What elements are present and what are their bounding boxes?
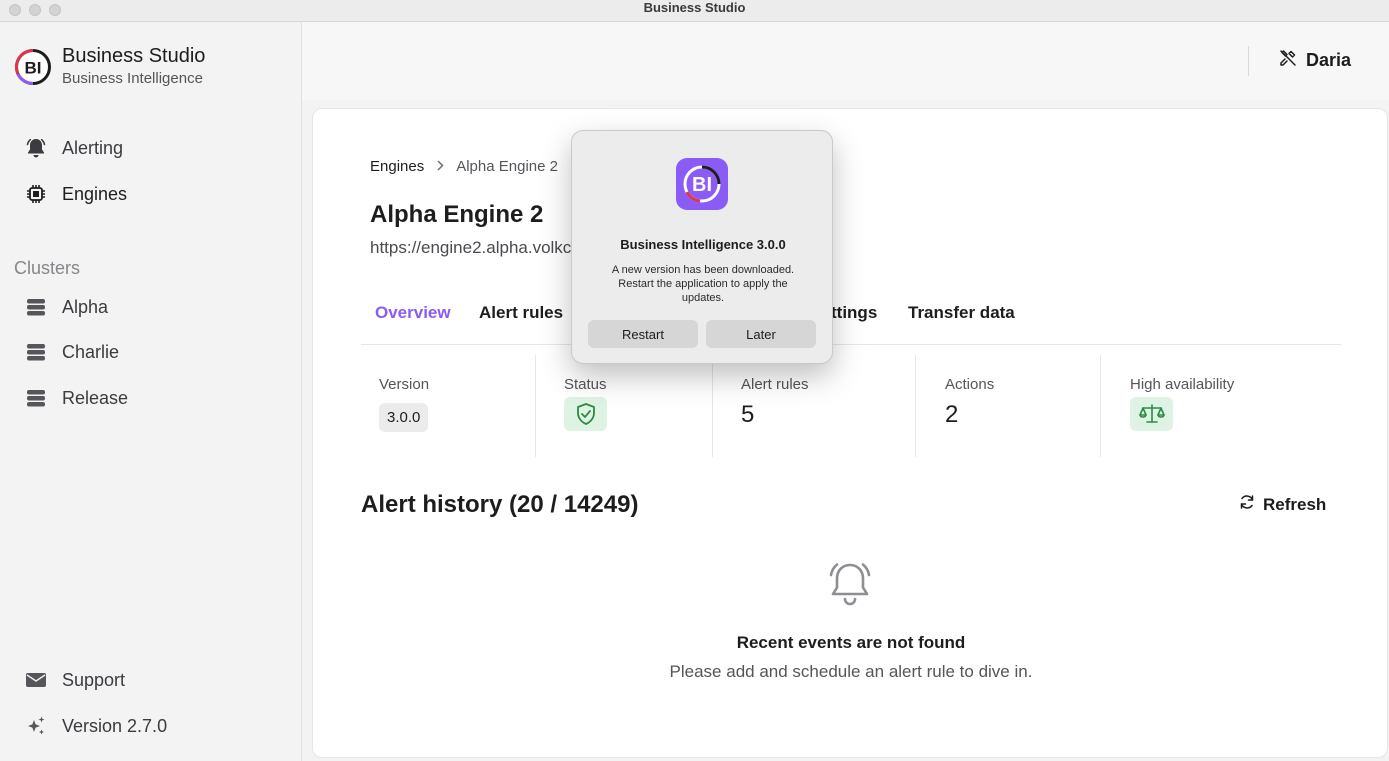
stat-high-availability: High availability <box>1101 355 1341 457</box>
sidebar-item-label: Alpha <box>62 296 109 317</box>
sidebar-item-label: Support <box>62 669 126 690</box>
engine-url: https://engine2.alpha.volkc <box>370 238 572 257</box>
stat-label: Version <box>379 376 430 393</box>
update-dialog: BI Business Intelligence 3.0.0 A new ver… <box>571 130 833 364</box>
version-chip: 3.0.0 <box>379 403 429 432</box>
sidebar-item-alerting[interactable]: Alerting <box>24 134 123 162</box>
sidebar-item-label: Version 2.7.0 <box>62 715 168 736</box>
empty-state-subtitle: Please add and schedule an alert rule to… <box>669 662 1033 681</box>
sidebar-item-label: Release <box>62 387 129 408</box>
chip-icon <box>24 182 48 206</box>
header-divider <box>1248 46 1249 76</box>
user-menu[interactable]: Daria <box>1278 48 1351 73</box>
engine-card: Engines Alpha Engine 2 Alpha Engine 2 ht… <box>312 108 1388 758</box>
bi-logo-icon: BI <box>14 48 51 85</box>
sidebar-item-release[interactable]: Release <box>24 384 128 412</box>
mail-icon <box>24 668 48 692</box>
sidebar-item-alpha[interactable]: Alpha <box>24 293 108 321</box>
page-title: Alpha Engine 2 <box>370 201 544 228</box>
user-name: Daria <box>1305 50 1351 70</box>
clusters-heading: Clusters <box>14 258 81 278</box>
breadcrumb: Engines Alpha Engine 2 <box>370 158 558 175</box>
refresh-button[interactable]: Refresh <box>1239 494 1326 515</box>
sidebar-item-charlie[interactable]: Charlie <box>24 338 119 366</box>
server-icon <box>24 340 48 364</box>
stat-label: Alert rules <box>741 376 809 393</box>
stat-label: Status <box>564 376 607 393</box>
later-button[interactable]: Later <box>706 320 816 348</box>
tab-transfer-data[interactable]: Transfer data <box>908 303 1015 323</box>
server-icon <box>24 295 48 319</box>
window-title: Business Studio <box>643 0 746 15</box>
sidebar-item-label: Engines <box>62 183 128 204</box>
sidebar: BI Business Studio Business Intelligence… <box>0 22 302 761</box>
scale-icon <box>1130 397 1173 431</box>
sidebar-item-engines[interactable]: Engines <box>24 180 127 208</box>
sidebar-item-version[interactable]: Version 2.7.0 <box>24 712 167 740</box>
stat-actions: Actions 2 <box>916 355 1100 457</box>
restart-button[interactable]: Restart <box>588 320 698 348</box>
sparkles-icon <box>24 714 48 738</box>
brand-name: Business Studio <box>62 45 206 67</box>
top-header: Daria <box>302 22 1389 100</box>
bell-icon <box>825 557 875 616</box>
bell-icon <box>24 136 48 160</box>
tab-alert-rules[interactable]: Alert rules <box>479 303 563 323</box>
stat-value: 2 <box>945 401 959 428</box>
tab-settings[interactable]: ttings <box>831 303 877 323</box>
shield-check-icon <box>564 397 607 431</box>
tools-icon <box>1278 48 1298 73</box>
stat-alert-rules: Alert rules 5 <box>713 355 915 457</box>
stat-version: Version 3.0.0 <box>361 355 535 457</box>
chevron-right-icon <box>436 159 444 174</box>
window-titlebar: Business Studio <box>0 0 1389 22</box>
breadcrumb-current: Alpha Engine 2 <box>456 158 558 175</box>
stat-value: 5 <box>741 401 755 428</box>
empty-state-title: Recent events are not found <box>736 633 966 652</box>
refresh-label: Refresh <box>1263 494 1327 514</box>
server-icon <box>24 386 48 410</box>
refresh-icon <box>1239 494 1255 515</box>
sidebar-item-support[interactable]: Support <box>24 666 125 694</box>
brand-subtitle: Business Intelligence <box>62 70 203 87</box>
stat-label: High availability <box>1130 376 1235 393</box>
stats-row: Version 3.0.0 Status Alert rules 5 Actio… <box>361 355 1341 457</box>
brand[interactable]: BI Business Studio Business Intelligence <box>14 44 205 89</box>
svg-text:BI: BI <box>25 58 42 77</box>
stat-label: Actions <box>945 376 995 393</box>
bi-app-icon: BI <box>676 158 728 210</box>
sidebar-item-label: Charlie <box>62 341 120 362</box>
sidebar-item-label: Alerting <box>62 137 124 158</box>
dialog-message: A new version has been downloaded. Resta… <box>611 264 795 304</box>
breadcrumb-engines-link[interactable]: Engines <box>370 158 424 175</box>
alert-history-title: Alert history (20 / 14249) <box>361 491 639 518</box>
svg-text:BI: BI <box>692 174 712 196</box>
dialog-title: Business Intelligence 3.0.0 <box>620 237 786 252</box>
tab-overview[interactable]: Overview <box>375 303 451 323</box>
stat-status: Status <box>536 355 712 457</box>
tab-bar: Overview Alert rules ttings Transfer dat… <box>361 297 1341 345</box>
